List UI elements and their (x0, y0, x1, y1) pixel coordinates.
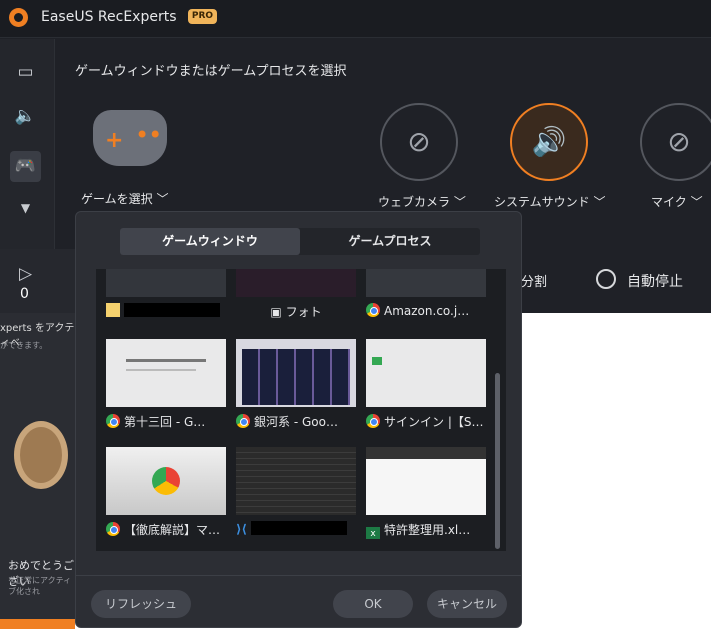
app-title: EaseUS RecExperts (41, 9, 177, 25)
window-caption: 銀河系 - Goo… (236, 413, 356, 431)
pro-badge: PRO (188, 9, 217, 24)
photos-icon: ▣ (270, 305, 286, 319)
congrats-subtext: を正常にアクティブ化され (8, 576, 72, 596)
gamepad-icon[interactable]: + •• (93, 110, 167, 166)
window-thumbnail (106, 447, 226, 515)
game-icon[interactable]: 🎮 (10, 151, 41, 182)
window-caption: 第十三回 - G… (106, 413, 226, 431)
system-sound-label[interactable]: システムサウンド ﹀ (494, 193, 605, 210)
scrollbar[interactable] (495, 373, 500, 549)
dialog-footer: リフレッシュ OK キャンセル (76, 575, 521, 627)
window-thumbnail (236, 339, 356, 407)
screen-icon[interactable]: ▭ (10, 57, 41, 88)
game-select-dropdown[interactable]: ゲームを選択 ﹀ (81, 190, 168, 207)
window-thumbnail (366, 447, 486, 515)
app-logo (9, 8, 28, 27)
vscode-icon: ⟩⟨ (236, 522, 247, 536)
window-thumbnail (236, 269, 356, 297)
game-select-dialog: ゲームウィンドウ ゲームプロセス ▣ フォト Amazon.co.j… 第十三回… (75, 211, 522, 628)
window-thumbnail (236, 447, 356, 515)
tab-bar: ゲームウィンドウ ゲームプロセス (120, 228, 480, 255)
speaker-icon[interactable]: 🔈 (10, 101, 41, 132)
window-caption: ▣ フォト (270, 305, 322, 319)
chrome-icon (236, 414, 250, 428)
ok-button[interactable]: OK (333, 590, 413, 618)
activation-subtext: ができます。 (0, 341, 48, 350)
window-caption (106, 303, 226, 321)
tab-game-process[interactable]: ゲームプロセス (300, 228, 480, 255)
title-bar: EaseUS RecExperts PRO (0, 0, 711, 38)
webcam-label[interactable]: ウェブカメラ ﹀ (378, 193, 466, 210)
window-thumbnail (366, 339, 486, 407)
redacted-text (250, 521, 347, 535)
refresh-button[interactable]: リフレッシュ (91, 590, 191, 618)
page-header: ゲームウィンドウまたはゲームプロセスを選択 (75, 64, 347, 79)
mic-toggle[interactable]: ⊘ (640, 103, 711, 181)
window-thumbnail (106, 269, 226, 297)
tab-game-window[interactable]: ゲームウィンドウ (120, 228, 300, 255)
webcam-toggle[interactable]: ⊘ (380, 103, 458, 181)
activation-panel: xperts をアクティベ ができます。 おめでとうござい を正常にアクティブ化… (0, 313, 75, 629)
chrome-icon (106, 522, 120, 536)
chrome-icon (366, 303, 380, 317)
split-label[interactable]: 分割 (521, 271, 547, 290)
window-thumbnail (106, 339, 226, 407)
mic-label[interactable]: マイク ﹀ (651, 193, 703, 210)
chrome-icon (106, 414, 120, 428)
chrome-icon (366, 414, 380, 428)
medal-icon (14, 421, 68, 489)
recordings-count: 0 (20, 286, 29, 302)
window-caption: 【徹底解説】マ… (106, 521, 226, 539)
window-caption: x 特許整理用.xl… (366, 521, 486, 539)
window-caption: Amazon.co.j… (366, 303, 486, 321)
window-thumbnail (366, 269, 486, 297)
window-caption: サインイン |【S… (366, 413, 486, 431)
expand-down-icon[interactable]: ▼ (10, 193, 41, 224)
window-grid: ▣ フォト Amazon.co.j… 第十三回 - G… 銀河系 - Goo… … (96, 269, 506, 551)
clock-icon[interactable] (596, 269, 616, 289)
redacted-text (124, 303, 220, 317)
excel-icon: x (366, 527, 380, 539)
folder-icon (106, 303, 120, 317)
auto-stop-label[interactable]: 自動停止 (627, 271, 683, 291)
system-sound-toggle[interactable]: 🔊 (510, 103, 588, 181)
recordings-section[interactable]: ▷ (0, 249, 75, 313)
window-caption: ⟩⟨ (236, 521, 356, 539)
cancel-button[interactable]: キャンセル (427, 590, 507, 618)
